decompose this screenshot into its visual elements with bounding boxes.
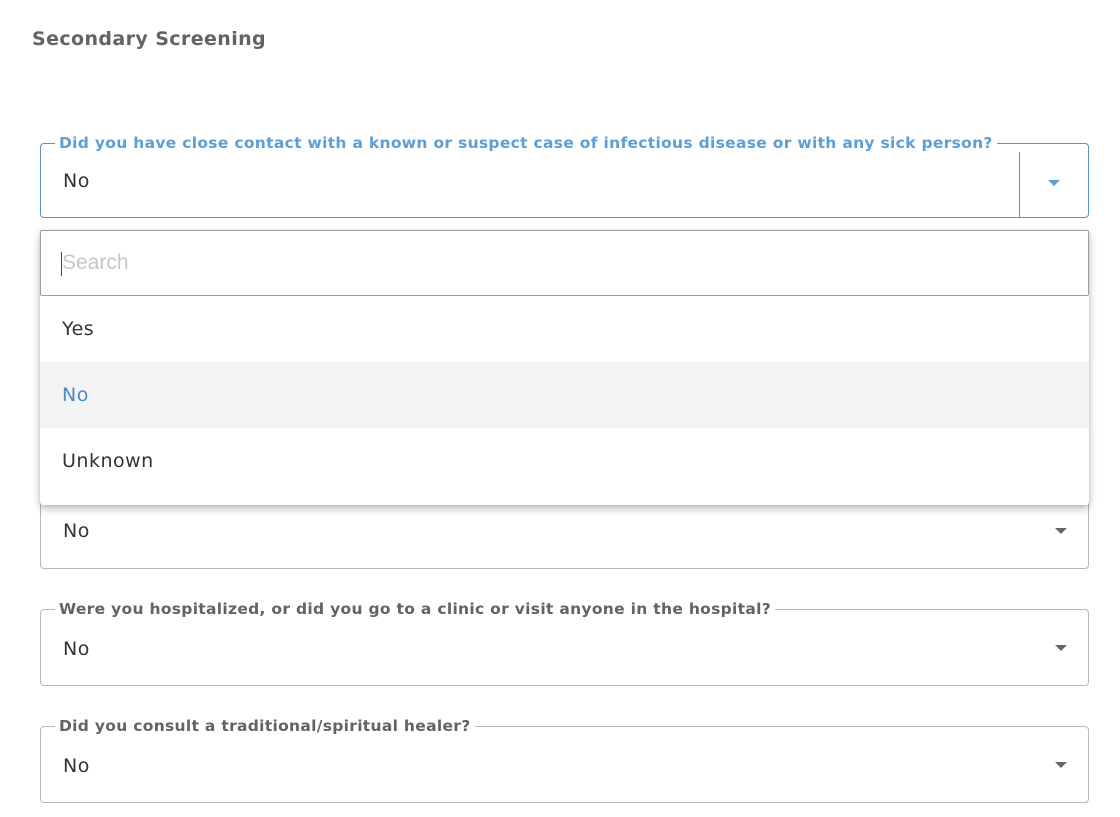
option-yes[interactable]: Yes: [40, 296, 1089, 362]
close-contact-label: Did you have close contact with a known …: [59, 134, 993, 152]
hospitalized-value: No: [63, 638, 90, 660]
hospitalized-select[interactable]: Were you hospitalized, or did you go to …: [40, 600, 1089, 686]
option-unknown[interactable]: Unknown: [40, 428, 1089, 494]
traditional-healer-value: No: [63, 755, 90, 777]
search-input[interactable]: [40, 230, 1089, 296]
hospitalized-label: Were you hospitalized, or did you go to …: [59, 600, 772, 618]
close-contact-select[interactable]: Did you have close contact with a known …: [40, 134, 1089, 218]
screening-page: Secondary Screening Did you have close c…: [0, 0, 1120, 817]
options-dropdown: Yes No Unknown: [40, 230, 1089, 505]
section-title: Secondary Screening: [32, 28, 267, 50]
option-no[interactable]: No: [40, 362, 1089, 428]
chevron-down-icon[interactable]: [1055, 645, 1067, 651]
chevron-down-icon[interactable]: [1055, 762, 1067, 768]
chevron-down-icon: [1048, 180, 1060, 186]
traditional-healer-label: Did you consult a traditional/spiritual …: [59, 717, 471, 735]
second-screening-value: No: [63, 520, 90, 542]
text-cursor: [61, 252, 62, 276]
options-list: Yes No Unknown: [40, 296, 1089, 494]
traditional-healer-select[interactable]: Did you consult a traditional/spiritual …: [40, 717, 1089, 803]
chevron-down-icon[interactable]: [1055, 528, 1067, 534]
close-contact-toggle-button[interactable]: [1019, 152, 1088, 217]
close-contact-value: No: [63, 170, 90, 192]
